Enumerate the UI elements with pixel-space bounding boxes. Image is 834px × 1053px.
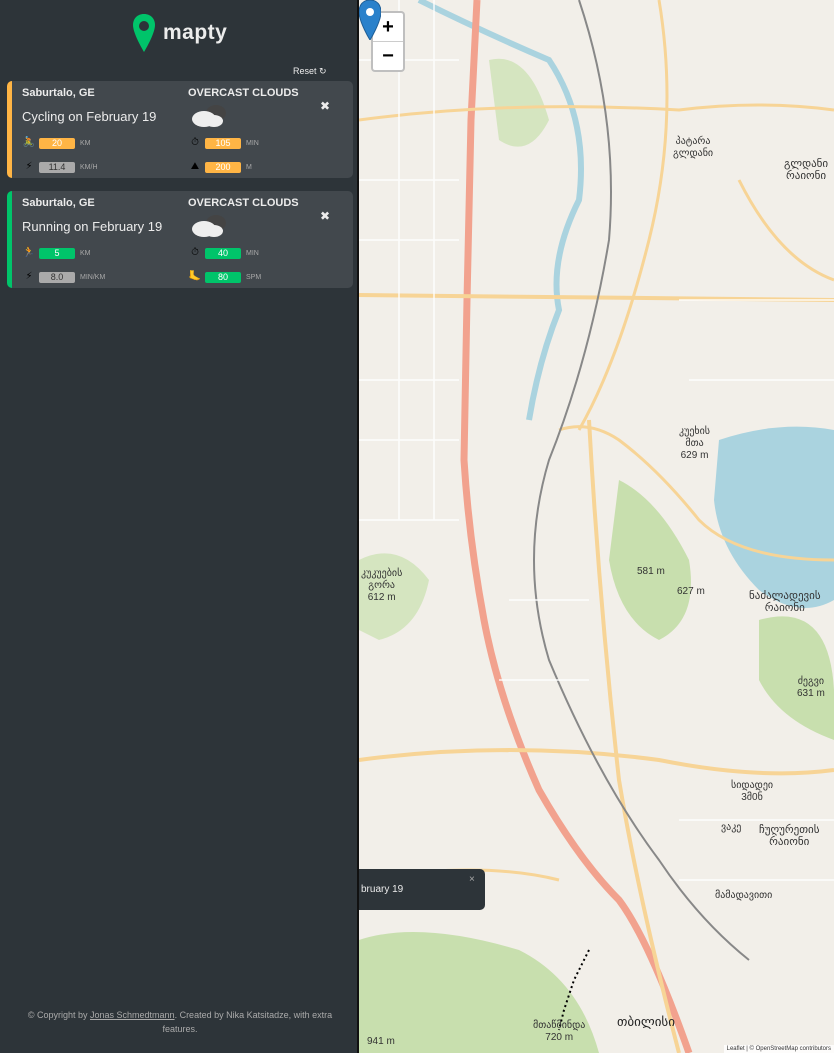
map-label-hill: კუეხის მთა 629 m xyxy=(679,426,711,461)
pace-unit: MIN/KM xyxy=(80,273,106,281)
map-label-elevation: 627 m xyxy=(677,586,705,597)
map-label-district: გლდანი რაიონი xyxy=(784,158,829,182)
map-label-district: სიდადეი 3მ0ნ xyxy=(731,780,774,803)
runner-icon: 🏃 xyxy=(22,247,36,258)
workout-weather: OVERCAST CLOUDS xyxy=(188,197,299,209)
map-label-district: ნაძალადევის რაიონი xyxy=(749,590,821,614)
cloud-icon xyxy=(192,105,226,127)
copyright-prefix: © Copyright by xyxy=(27,1010,91,1020)
workout-location: Saburtalo, GE xyxy=(22,87,95,99)
stopwatch-icon: ⏱ xyxy=(191,137,199,148)
workout-weather: OVERCAST CLOUDS xyxy=(188,87,299,99)
mountain-icon: ⛰ xyxy=(190,161,200,172)
copyright-suffix: . Created by Nika Katsitadze, with extra… xyxy=(162,1010,333,1034)
reset-button[interactable]: Reset ↻ xyxy=(293,66,327,77)
elevation-detail: ⛰ 200 M xyxy=(188,161,252,173)
workout-popup[interactable]: bruary 19 × xyxy=(359,869,485,910)
duration-unit: MIN xyxy=(246,139,259,147)
map-label-hill: კუკუების გორა 612 m xyxy=(361,568,403,603)
delete-workout-button[interactable]: ✖ xyxy=(320,209,330,223)
distance-detail: 🏃 5 KM xyxy=(22,247,91,259)
cadence-value: 80 xyxy=(205,271,241,283)
speed-value: 11.4 xyxy=(39,161,75,173)
map-marker-icon[interactable] xyxy=(359,0,381,40)
distance-unit: KM xyxy=(80,249,91,257)
cyclist-icon: 🚴 xyxy=(22,137,36,148)
duration-detail: ⏱ 105 MIN xyxy=(188,137,259,149)
map-label-elevation: 581 m xyxy=(637,566,665,577)
popup-text: bruary 19 xyxy=(361,884,404,895)
logo-text: mapty xyxy=(163,21,228,44)
map-label-elevation: 941 m xyxy=(367,1036,395,1047)
map-label-peak: მთაწმინდა 720 m xyxy=(533,1020,586,1043)
map-label-district: ვაკე xyxy=(721,822,742,833)
pace-value: 8.0 xyxy=(39,271,75,283)
workout-title: Running on February 19 xyxy=(22,219,163,234)
cloud-icon xyxy=(192,215,226,237)
pace-detail: ⚡ 8.0 MIN/KM xyxy=(22,271,105,283)
popup-close-button[interactable]: × xyxy=(469,874,475,885)
workout-location: Saburtalo, GE xyxy=(22,197,95,209)
logo: mapty xyxy=(133,14,227,52)
map-label-district: პატარა გლდანი xyxy=(673,136,714,159)
elevation-unit: M xyxy=(246,163,252,171)
elevation-value: 200 xyxy=(205,161,241,173)
lightning-icon: ⚡ xyxy=(25,161,33,172)
workout-card-running[interactable]: Saburtalo, GE Running on February 19 OVE… xyxy=(7,191,353,288)
lightning-icon: ⚡ xyxy=(25,271,33,282)
map-label-elevation: ძეგვი 631 m xyxy=(797,676,825,699)
map-pin-logo-icon xyxy=(133,14,155,52)
sidebar: mapty Reset ↻ Saburtalo, GE Cycling on F… xyxy=(0,0,358,1053)
map[interactable]: + − კუეხის მთა 629 m ნაძალადევის რაიონი გლდ… xyxy=(359,0,834,1053)
delete-workout-button[interactable]: ✖ xyxy=(320,99,330,113)
cadence-detail: 🦶 80 SPM xyxy=(188,271,261,283)
speed-detail: ⚡ 11.4 KM/H xyxy=(22,161,98,173)
foot-icon: 🦶 xyxy=(188,271,202,282)
author-link[interactable]: Jonas Schmedtmann xyxy=(90,1010,175,1020)
speed-unit: KM/H xyxy=(80,163,98,171)
duration-value: 40 xyxy=(205,247,241,259)
duration-detail: ⏱ 40 MIN xyxy=(188,247,259,259)
duration-unit: MIN xyxy=(246,249,259,257)
distance-detail: 🚴 20 KM xyxy=(22,137,91,149)
cadence-unit: SPM xyxy=(246,273,262,281)
workout-title: Cycling on February 19 xyxy=(22,109,157,124)
map-label-city: თბილისი xyxy=(617,1014,675,1029)
workout-card-cycling[interactable]: Saburtalo, GE Cycling on February 19 OVE… xyxy=(7,81,353,178)
zoom-out-button[interactable]: − xyxy=(373,41,403,70)
distance-value: 20 xyxy=(39,137,75,149)
stopwatch-icon: ⏱ xyxy=(191,247,199,258)
distance-value: 5 xyxy=(39,247,75,259)
copyright: © Copyright by Jonas Schmedtmann. Create… xyxy=(10,1008,350,1036)
map-label-district: ჩუღურეთის რაიონი xyxy=(759,824,820,848)
duration-value: 105 xyxy=(205,137,241,149)
distance-unit: KM xyxy=(80,139,91,147)
map-label-district: მამადავითი xyxy=(715,890,773,901)
map-attribution: Leaflet | © OpenStreetMap contributors xyxy=(723,1045,834,1053)
